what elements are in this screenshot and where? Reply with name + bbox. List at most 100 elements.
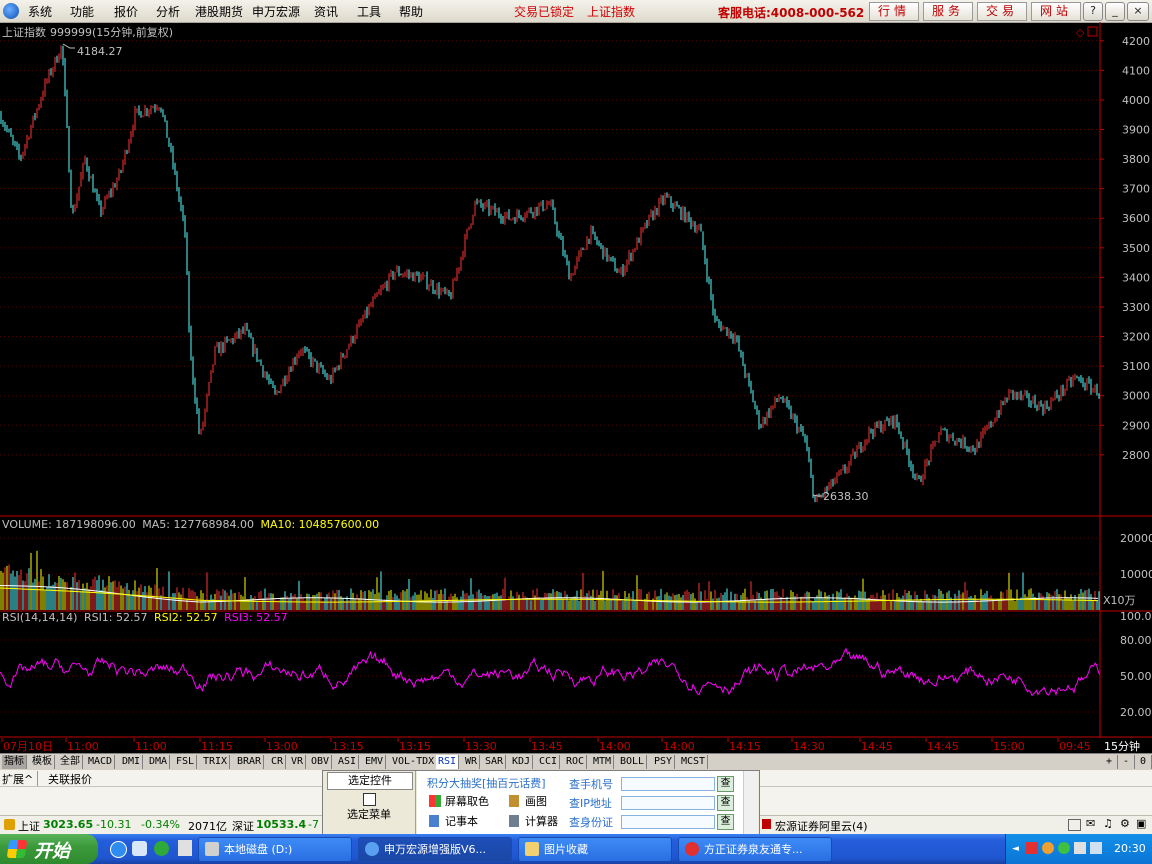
indicator-tab-vr[interactable]: VR: [289, 755, 307, 769]
phone-query-input[interactable]: [621, 777, 715, 791]
id-query-button[interactable]: 查: [717, 814, 734, 830]
app-logo-icon[interactable]: [3, 3, 19, 19]
indicator-tab-指标[interactable]: 指标: [2, 755, 27, 769]
menu-swhy[interactable]: 申万宏源: [252, 3, 300, 20]
indicator-tab-roc[interactable]: ROC: [564, 755, 588, 769]
indicator-tab-obv[interactable]: OBV: [309, 755, 333, 769]
time-label: 07月10日: [3, 740, 53, 753]
time-label: 14:30: [793, 740, 825, 753]
menu-hk-futures[interactable]: 港股期货: [195, 3, 243, 20]
trade-button[interactable]: 交易: [977, 2, 1027, 21]
indicator-tab-psy[interactable]: PSY: [652, 755, 676, 769]
calculator-tool[interactable]: 计算器: [525, 813, 558, 829]
indicator-tab-模板[interactable]: 模板: [30, 755, 55, 769]
ip-query-input[interactable]: [621, 796, 715, 810]
tray-shield-icon[interactable]: [1074, 842, 1086, 854]
media-icon[interactable]: [178, 840, 192, 856]
browser-icon[interactable]: [154, 841, 169, 856]
indicator-tab-wr[interactable]: WR: [463, 755, 481, 769]
start-button[interactable]: 开始: [0, 834, 98, 864]
chart-maximize-icon[interactable]: [1087, 26, 1098, 37]
lock-icon[interactable]: ▣: [1136, 817, 1146, 830]
paint-tool[interactable]: 画图: [525, 793, 547, 809]
menu-analysis[interactable]: 分析: [156, 3, 180, 20]
lottery-promo-link[interactable]: 积分大抽奖[抽百元话费]: [427, 775, 546, 791]
low-label: 2638.30: [823, 490, 869, 503]
expand-button[interactable]: 扩展^: [2, 771, 39, 787]
layout-icon[interactable]: [1068, 819, 1081, 831]
tray-expand-icon[interactable]: ◄: [1012, 844, 1019, 854]
period-label[interactable]: 15分钟: [1104, 739, 1140, 753]
indicator-tab-全部[interactable]: 全部: [58, 755, 83, 769]
menu-news[interactable]: 资讯: [314, 3, 338, 20]
ip-query-button[interactable]: 查: [717, 795, 734, 811]
tray-network-icon[interactable]: [1058, 842, 1070, 854]
indicator-tab-mcst[interactable]: MCST: [679, 755, 709, 769]
minimize-icon[interactable]: _: [1105, 2, 1125, 21]
service-hotline: 客服电话:4008-000-562: [718, 6, 865, 20]
ie-icon[interactable]: [110, 841, 127, 858]
trade-locked-alert[interactable]: 交易已锁定: [514, 3, 574, 20]
sz-index-value: 10533.4: [256, 818, 307, 831]
indicator-tab-vol-tdx[interactable]: VOL-TDX: [390, 755, 438, 769]
indicator-tab-trix[interactable]: TRIX: [201, 755, 231, 769]
indicator-tab-dmi[interactable]: DMI: [120, 755, 144, 769]
menu-function[interactable]: 功能: [70, 3, 94, 20]
indicator-tab-asi[interactable]: ASI: [336, 755, 360, 769]
indicator-tab-cr[interactable]: CR: [269, 755, 287, 769]
phone-query-button[interactable]: 查: [717, 776, 734, 792]
popup-scrollbar[interactable]: [743, 771, 758, 837]
website-button[interactable]: 网站: [1031, 2, 1081, 21]
menu-help[interactable]: 帮助: [399, 3, 423, 20]
help-icon[interactable]: ?: [1083, 2, 1103, 21]
market-button[interactable]: 行情: [869, 2, 919, 21]
service-button[interactable]: 服务: [923, 2, 973, 21]
task-founder-app[interactable]: 方正证券泉友通专...: [678, 837, 832, 862]
select-menu-button[interactable]: 选定菜单: [327, 807, 411, 823]
indicator-tab-boll[interactable]: BOLL: [618, 755, 648, 769]
tray-security-icon[interactable]: [1042, 842, 1054, 854]
tray-app-icon[interactable]: [1026, 842, 1038, 854]
indicator-tab-kdj[interactable]: KDJ: [510, 755, 534, 769]
chart-canvas[interactable]: 2800 2900 3000 3100 3200 3300 3400 3500 3600 3700…: [0, 22, 1152, 738]
indicator-tab-brar[interactable]: BRAR: [235, 755, 265, 769]
tab-control-plus[interactable]: +: [1101, 755, 1118, 769]
mail-icon[interactable]: ✉: [1086, 817, 1095, 830]
time-label: 13:15: [332, 740, 364, 753]
indicator-tab-dma[interactable]: DMA: [147, 755, 171, 769]
indicator-tab-emv[interactable]: EMV: [363, 755, 387, 769]
chart-zoom-icon[interactable]: ◇: [1076, 26, 1085, 39]
close-icon[interactable]: ×: [1127, 2, 1149, 21]
broker-connection[interactable]: 宏源证券阿里云(4): [775, 818, 868, 834]
tab-control-minus[interactable]: -: [1118, 755, 1135, 769]
notepad-tool[interactable]: 记事本: [445, 813, 478, 829]
settings-icon[interactable]: ⚙: [1120, 817, 1130, 830]
indicator-tab-sar[interactable]: SAR: [483, 755, 507, 769]
menu-quotes[interactable]: 报价: [114, 3, 138, 20]
indicator-tab-cci[interactable]: CCI: [537, 755, 561, 769]
id-query-input[interactable]: [621, 815, 715, 829]
time-label: 13:15: [399, 740, 431, 753]
task-local-disk[interactable]: 本地磁盘 (D:): [198, 837, 352, 862]
indicator-tab-fsl[interactable]: FSL: [174, 755, 198, 769]
volume-icon[interactable]: [1090, 842, 1102, 854]
indicator-tab-mtm[interactable]: MTM: [591, 755, 615, 769]
indicator-tab-macd[interactable]: MACD: [86, 755, 116, 769]
related-quotes-button[interactable]: 关联报价: [48, 771, 92, 787]
menu-system[interactable]: 系统: [28, 3, 52, 20]
sh-index-name: 上证: [18, 820, 40, 833]
chrome-icon[interactable]: [132, 841, 147, 856]
select-control-button[interactable]: 选定控件: [327, 772, 413, 790]
menu-tools[interactable]: 工具: [357, 3, 381, 20]
sh-amount: 2071亿: [188, 820, 227, 833]
tab-control-zero[interactable]: 0: [1135, 755, 1152, 769]
time-label: 15:00: [993, 740, 1025, 753]
status-alert-icon[interactable]: [4, 819, 15, 830]
notify-icon[interactable]: ♫: [1103, 817, 1113, 830]
task-pictures[interactable]: 图片收藏: [518, 837, 672, 862]
screen-color-tool[interactable]: 屏幕取色: [445, 793, 489, 809]
rsi-header: RSI(14,14,14) RSI1: 52.57 RSI2: 52.57 RS…: [2, 611, 288, 624]
index-alert[interactable]: 上证指数: [587, 3, 635, 20]
task-swhy-app[interactable]: 申万宏源增强版V6...: [358, 837, 512, 862]
indicator-tab-rsi[interactable]: RSI: [436, 755, 460, 769]
